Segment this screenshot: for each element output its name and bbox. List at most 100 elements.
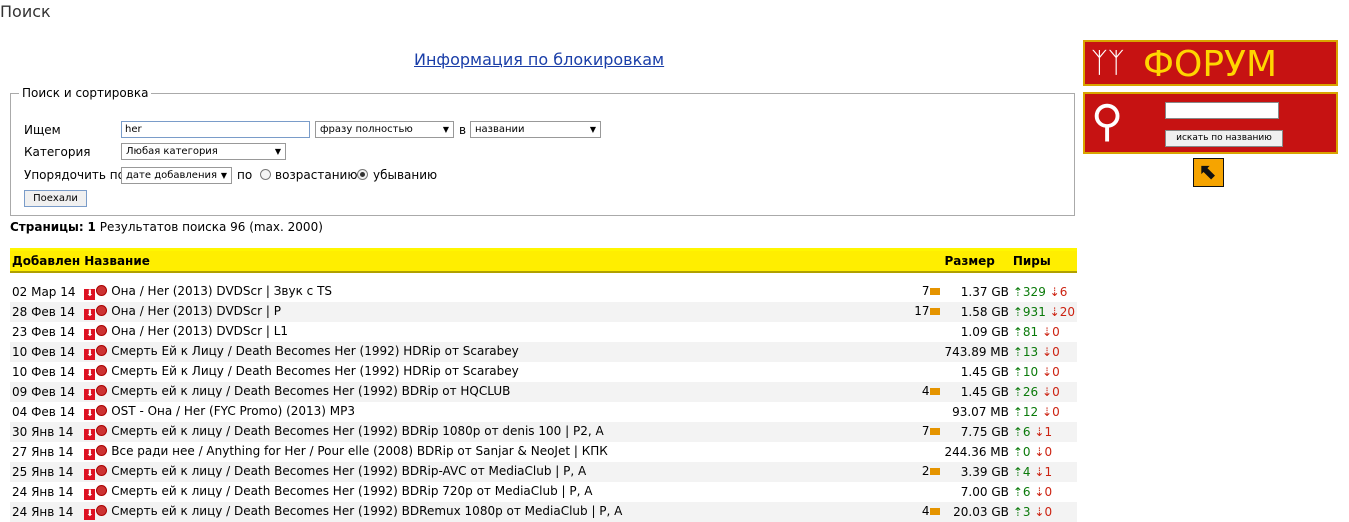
row-size: 743.89 MB: [942, 341, 1011, 362]
search-form: Поиск и сортировка Ищем her фразу полнос…: [10, 86, 1075, 216]
comment-icon: [930, 467, 941, 475]
row-peers: ⇡26 ⇣0: [1010, 381, 1077, 402]
forum-banner[interactable]: ᛉᛉ ФОРУМ: [1083, 40, 1338, 86]
sidebar-search-input[interactable]: [1165, 102, 1279, 119]
current-page[interactable]: 1: [88, 220, 96, 234]
row-size: 1.37 GB: [960, 284, 1009, 299]
header-date[interactable]: Добавлен: [10, 248, 83, 273]
magnet-icon[interactable]: [96, 384, 108, 396]
torrent-title-link[interactable]: Смерть ей к лицу / Death Becomes Her (19…: [111, 384, 510, 398]
comments-badge[interactable]: 4: [922, 504, 941, 518]
download-icon[interactable]: ⬇: [84, 288, 96, 300]
comments-badge[interactable]: 7: [922, 284, 941, 298]
table-row: 10 Фев 14 ⬇ Смерть Ей к Лицу / Death Becom…: [10, 362, 1077, 382]
download-icon[interactable]: ⬇: [84, 488, 96, 500]
magnet-icon[interactable]: [96, 284, 108, 296]
row-name-cell: ⬇ Все ради нее / Anything for Her / Pour …: [82, 442, 942, 462]
row-peers: ⇡931 ⇣20: [1010, 301, 1077, 322]
row-date: 02 Мар 14: [12, 284, 76, 299]
magnet-icon[interactable]: [96, 344, 108, 356]
comment-icon: [930, 387, 941, 395]
desc-radio[interactable]: [357, 169, 368, 180]
chevron-down-icon: ▼: [220, 171, 227, 180]
download-icon[interactable]: ⬇: [84, 328, 96, 340]
seeds-count: 26: [1022, 384, 1039, 399]
torrent-title-link[interactable]: Она / Her (2013) DVDScr | Звук с TS: [111, 284, 332, 298]
row-date: 24 Янв 14: [12, 484, 74, 499]
download-icon[interactable]: ⬇: [84, 508, 96, 520]
seeds-count: 81: [1022, 324, 1039, 339]
row-date: 10 Фев 14: [10, 341, 83, 362]
download-icon[interactable]: ⬇: [84, 448, 96, 460]
magnifier-icon: ⚲: [1091, 96, 1124, 147]
leech-arrow-icon: ⇣: [1034, 424, 1045, 439]
torrent-title-link[interactable]: OST - Она / Her (FYC Promo) (2013) MP3: [111, 404, 355, 418]
seeds-count: 329: [1022, 284, 1046, 299]
torrent-title-link[interactable]: Она / Her (2013) DVDScr | L1: [111, 324, 288, 338]
by-label: по: [237, 168, 253, 182]
magnet-icon[interactable]: [96, 444, 108, 456]
comment-icon: [930, 427, 941, 435]
comments-badge[interactable]: 17: [914, 304, 941, 318]
row-peers: ⇡4 ⇣1: [1010, 461, 1077, 482]
magnet-icon[interactable]: [96, 324, 108, 336]
header-peers[interactable]: Пиры: [1010, 248, 1077, 273]
comments-badge[interactable]: 2: [922, 464, 941, 478]
leech-count: 0: [1052, 364, 1060, 379]
asc-radio[interactable]: [260, 169, 271, 180]
row-size: 1.09 GB: [960, 324, 1009, 339]
torrent-title-link[interactable]: Смерть Ей к Лицу / Death Becomes Her (19…: [111, 344, 518, 358]
download-icon[interactable]: ⬇: [84, 388, 96, 400]
leech-count: 0: [1052, 324, 1060, 339]
comments-count: 2: [921, 463, 930, 478]
seed-arrow-icon: ⇡: [1012, 424, 1023, 439]
category-select[interactable]: Любая категория ▼: [121, 143, 286, 160]
magnet-icon[interactable]: [96, 484, 108, 496]
row-peers: ⇡81 ⇣0: [1011, 322, 1077, 342]
table-row: 24 Янв 14 ⬇ Смерть ей к лицу / Death Becom…: [10, 482, 1077, 502]
magnet-icon[interactable]: [96, 504, 108, 516]
torrent-title-link[interactable]: Все ради нее / Anything for Her / Pour e…: [111, 444, 608, 458]
torrent-title-link[interactable]: Смерть ей к лицу / Death Becomes Her (19…: [111, 464, 586, 478]
magnet-icon[interactable]: [96, 424, 108, 436]
seed-arrow-icon: ⇡: [1012, 284, 1023, 299]
comments-badge[interactable]: 4: [922, 384, 941, 398]
download-icon[interactable]: ⬇: [84, 308, 96, 320]
order-select[interactable]: дате добавления ▼: [121, 167, 232, 184]
magnet-icon[interactable]: [96, 404, 108, 416]
leech-arrow-icon: ⇣: [1049, 304, 1060, 319]
torrent-title-link[interactable]: Смерть ей к лицу / Death Becomes Her (19…: [111, 424, 603, 438]
seed-arrow-icon: ⇡: [1012, 404, 1023, 419]
download-icon[interactable]: ⬇: [84, 408, 96, 420]
header-size[interactable]: Размер: [942, 248, 1011, 273]
arrow-up-left-icon[interactable]: ⬉: [1193, 158, 1224, 187]
row-date: 27 Янв 14: [12, 444, 74, 459]
field-select[interactable]: названии ▼: [470, 121, 601, 138]
match-select[interactable]: фразу полностью ▼: [315, 121, 454, 138]
row-date: 04 Фев 14: [12, 404, 75, 419]
download-icon[interactable]: ⬇: [84, 468, 96, 480]
torrent-title-link[interactable]: Смерть ей к лицу / Death Becomes Her (19…: [111, 484, 592, 498]
download-icon[interactable]: ⬇: [84, 348, 96, 360]
download-icon[interactable]: ⬇: [84, 368, 96, 380]
row-name-cell: ⬇ Смерть ей к лицу / Death Becomes Her (1…: [82, 421, 943, 442]
category-label: Категория: [24, 145, 91, 159]
download-icon[interactable]: ⬇: [84, 428, 96, 440]
leech-arrow-icon: ⇣: [1034, 444, 1045, 459]
block-info-link[interactable]: Информация по блокировкам: [414, 50, 664, 69]
sidebar-search-button[interactable]: искать по названию: [1165, 130, 1283, 147]
torrent-title-link[interactable]: Она / Her (2013) DVDScr | P: [111, 304, 281, 318]
magnet-icon[interactable]: [96, 464, 108, 476]
torrent-title-link[interactable]: Смерть Ей к Лицу / Death Becomes Her (19…: [111, 364, 518, 378]
header-name[interactable]: Название: [82, 248, 943, 273]
magnet-icon[interactable]: [96, 364, 108, 376]
leech-arrow-icon: ⇣: [1034, 504, 1045, 519]
query-input[interactable]: her: [121, 121, 310, 138]
row-date: 28 Фев 14: [10, 301, 83, 322]
magnet-icon[interactable]: [96, 304, 108, 316]
leech-arrow-icon: ⇣: [1042, 384, 1053, 399]
search-submit-button[interactable]: Поехали: [24, 190, 87, 207]
torrent-title-link[interactable]: Смерть ей к лицу / Death Becomes Her (19…: [111, 504, 622, 518]
comments-badge[interactable]: 7: [922, 424, 941, 438]
leech-arrow-icon: ⇣: [1042, 344, 1053, 359]
